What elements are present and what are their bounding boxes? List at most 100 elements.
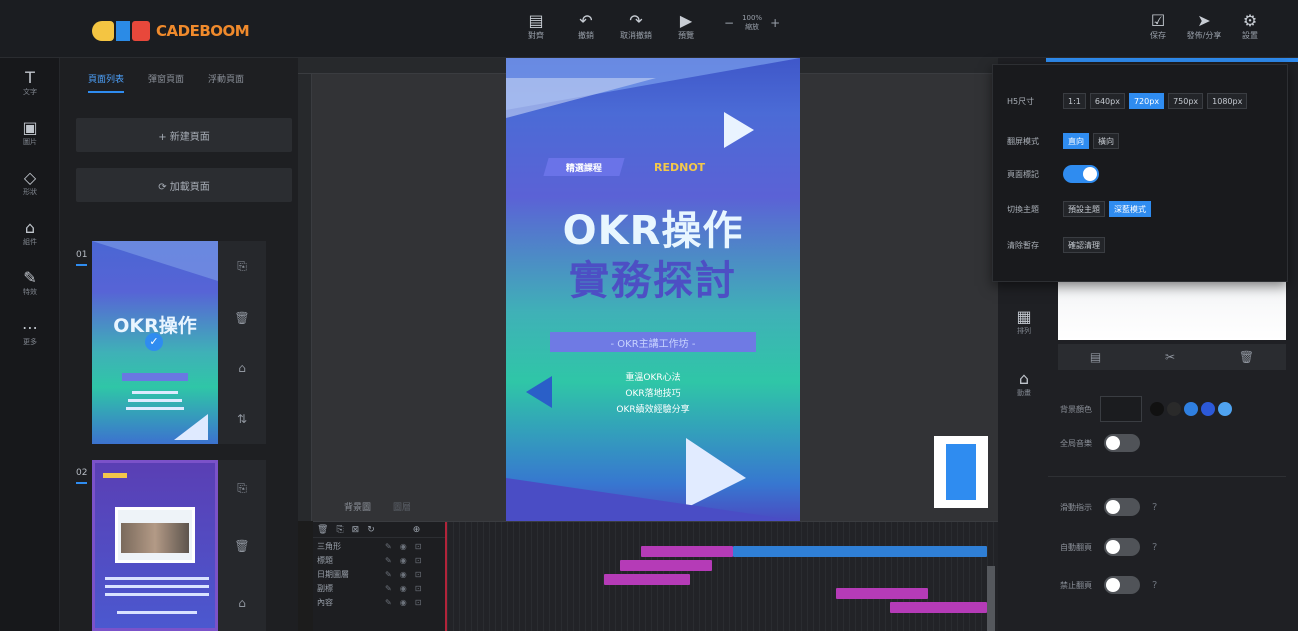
timeline-layer-row[interactable]: 日期圖層 ✎ ◉ ⊡ bbox=[313, 568, 445, 580]
theme-option-1[interactable]: 預設主題 bbox=[1063, 201, 1105, 217]
new-page-button[interactable]: + 新建頁面 bbox=[76, 118, 292, 152]
bag-panel-button[interactable]: ⌂ 動畫 bbox=[1006, 366, 1042, 402]
load-page-button[interactable]: ⟳ 加載頁面 bbox=[76, 168, 292, 202]
move-page-icon[interactable]: ⇅ bbox=[237, 412, 247, 426]
rail-item-shape[interactable]: ◇ 形狀 bbox=[0, 158, 60, 208]
undo-button[interactable]: ↶ 撤銷 bbox=[568, 12, 604, 41]
page-thumbnail-1[interactable]: OKR操作 ✓ bbox=[92, 241, 218, 444]
home-page-icon[interactable]: ⌂ bbox=[238, 361, 246, 375]
eye-icon[interactable]: ◉ bbox=[400, 570, 407, 579]
timeline-layer-row[interactable]: 標題 ✎ ◉ ⊡ bbox=[313, 554, 445, 566]
align-button[interactable]: ▤ 對齊 bbox=[518, 12, 554, 41]
home-page-icon[interactable]: ⌂ bbox=[238, 596, 246, 610]
rail-item-text[interactable]: T 文字 bbox=[0, 58, 60, 108]
send-button[interactable]: ➤ 發佈/分享 bbox=[1186, 12, 1222, 41]
size-option-3[interactable]: 720px bbox=[1128, 93, 1165, 109]
pen-icon: ✎ bbox=[23, 268, 37, 287]
timeline-bar[interactable] bbox=[603, 574, 690, 585]
timeline-layer-row[interactable]: 副標 ✎ ◉ ⊡ bbox=[313, 582, 445, 594]
timeline-scrollbar[interactable] bbox=[987, 566, 995, 631]
edit-icon[interactable]: ✎ bbox=[385, 598, 392, 607]
noflip-toggle[interactable] bbox=[1104, 576, 1140, 594]
save-icon[interactable]: ▤ bbox=[1090, 350, 1101, 364]
delete-page-icon[interactable]: 🗑 bbox=[234, 539, 249, 553]
color-picker[interactable] bbox=[1100, 396, 1142, 422]
edit-icon[interactable]: ✎ bbox=[385, 542, 392, 551]
size-option-5[interactable]: 1080px bbox=[1207, 93, 1248, 109]
lock-icon[interactable]: ⊡ bbox=[415, 542, 422, 551]
delete-page-icon[interactable]: 🗑 bbox=[234, 311, 249, 325]
timeline-bar[interactable] bbox=[641, 546, 734, 557]
eye-icon[interactable]: ◉ bbox=[400, 584, 407, 593]
lock-icon[interactable]: ⊠ bbox=[352, 525, 360, 535]
zoom-out-button[interactable]: − bbox=[724, 16, 734, 30]
preview-minimap[interactable] bbox=[934, 436, 988, 508]
copy-icon[interactable]: ⎘ bbox=[336, 525, 343, 535]
size-option-4[interactable]: 750px bbox=[1168, 93, 1204, 109]
page-tab-1[interactable]: 頁面列表 bbox=[88, 72, 125, 93]
refresh-icon[interactable]: ↻ bbox=[367, 525, 375, 535]
app-logo[interactable]: CADEBOOM bbox=[92, 18, 250, 44]
rail-item-image[interactable]: ▣ 圖片 bbox=[0, 108, 60, 158]
page-tab-2[interactable]: 彈窗頁面 bbox=[148, 72, 184, 93]
canvas-tab-background[interactable]: 背景圖 bbox=[344, 500, 371, 513]
grid-panel-button[interactable]: ▦ 排列 bbox=[1006, 304, 1042, 340]
lock-icon[interactable]: ⊡ bbox=[415, 556, 422, 565]
color-swatch[interactable] bbox=[1150, 402, 1164, 416]
size-option-1[interactable]: 1:1 bbox=[1063, 93, 1086, 109]
eye-icon[interactable]: ◉ bbox=[400, 556, 407, 565]
edit-icon[interactable]: ✎ bbox=[385, 584, 392, 593]
page-tab-3[interactable]: 浮動頁面 bbox=[208, 72, 244, 93]
image-icon: ▣ bbox=[22, 118, 38, 137]
timeline-bar[interactable] bbox=[733, 546, 987, 557]
rail-item-more[interactable]: ⋯ 更多 bbox=[0, 308, 60, 358]
page-thumbnail-2[interactable] bbox=[92, 460, 218, 631]
zoom-in-button[interactable]: + bbox=[770, 16, 780, 30]
trash-icon[interactable]: 🗑 bbox=[1239, 350, 1254, 364]
timeline-bar[interactable] bbox=[835, 588, 928, 599]
help-icon[interactable]: ? bbox=[1152, 502, 1157, 513]
copy-page-icon[interactable]: ⎘ bbox=[237, 481, 247, 496]
lock-icon[interactable]: ⊡ bbox=[415, 570, 422, 579]
color-swatch[interactable] bbox=[1167, 402, 1181, 416]
color-swatch[interactable] bbox=[1201, 402, 1215, 416]
help-icon[interactable]: ? bbox=[1152, 542, 1157, 553]
eye-icon[interactable]: ◉ bbox=[400, 598, 407, 607]
tool-label: 取消撤銷 bbox=[620, 31, 652, 40]
rail-item-pen[interactable]: ✎ 特效 bbox=[0, 258, 60, 308]
edit-icon[interactable]: ✎ bbox=[385, 556, 392, 565]
lock-icon[interactable]: ⊡ bbox=[415, 584, 422, 593]
orient-option-1[interactable]: 直向 bbox=[1063, 133, 1089, 149]
editor-canvas[interactable]: 精選課程 REDNOT OKR操作 實務探討 - OKR主講工作坊 - 重溫OK… bbox=[298, 58, 998, 521]
music-toggle[interactable] bbox=[1104, 434, 1140, 452]
color-swatch[interactable] bbox=[1218, 402, 1232, 416]
color-swatch[interactable] bbox=[1184, 402, 1198, 416]
size-option-2[interactable]: 640px bbox=[1089, 93, 1125, 109]
clear-cache-button[interactable]: 確認清理 bbox=[1063, 237, 1105, 253]
copy-page-icon[interactable]: ⎘ bbox=[237, 259, 247, 274]
canvas-tab-layer[interactable]: 圖層 bbox=[393, 500, 411, 513]
rail-item-widget[interactable]: ⌂ 組件 bbox=[0, 208, 60, 258]
autoflip-toggle[interactable] bbox=[1104, 538, 1140, 556]
timeline-layer-row[interactable]: 內容 ✎ ◉ ⊡ bbox=[313, 596, 445, 608]
timeline-track[interactable] bbox=[447, 522, 998, 631]
cut-icon[interactable]: ✂ bbox=[1165, 350, 1175, 364]
timeline-bar[interactable] bbox=[619, 560, 712, 571]
gear-button[interactable]: ⚙ 設置 bbox=[1232, 12, 1268, 41]
check-button[interactable]: ☑ 保存 bbox=[1140, 12, 1176, 41]
edit-icon[interactable]: ✎ bbox=[385, 570, 392, 579]
play-button[interactable]: ▶ 預覽 bbox=[668, 12, 704, 41]
poster-page[interactable]: 精選課程 REDNOT OKR操作 實務探討 - OKR主講工作坊 - 重溫OK… bbox=[506, 58, 800, 521]
page-mark-toggle[interactable] bbox=[1063, 165, 1099, 183]
lock-icon[interactable]: ⊡ bbox=[415, 598, 422, 607]
trash-icon[interactable]: 🗑 bbox=[317, 525, 328, 535]
redo-button[interactable]: ↷ 取消撤銷 bbox=[618, 12, 654, 41]
orient-option-2[interactable]: 橫向 bbox=[1093, 133, 1119, 149]
help-icon[interactable]: ? bbox=[1152, 580, 1157, 591]
swipe-toggle[interactable] bbox=[1104, 498, 1140, 516]
timeline-layer-row[interactable]: 三角形 ✎ ◉ ⊡ bbox=[313, 540, 445, 552]
theme-option-2[interactable]: 深藍模式 bbox=[1109, 201, 1151, 217]
add-layer-icon[interactable]: ⊕ bbox=[413, 525, 421, 535]
timeline-bar[interactable] bbox=[889, 602, 987, 613]
eye-icon[interactable]: ◉ bbox=[400, 542, 407, 551]
